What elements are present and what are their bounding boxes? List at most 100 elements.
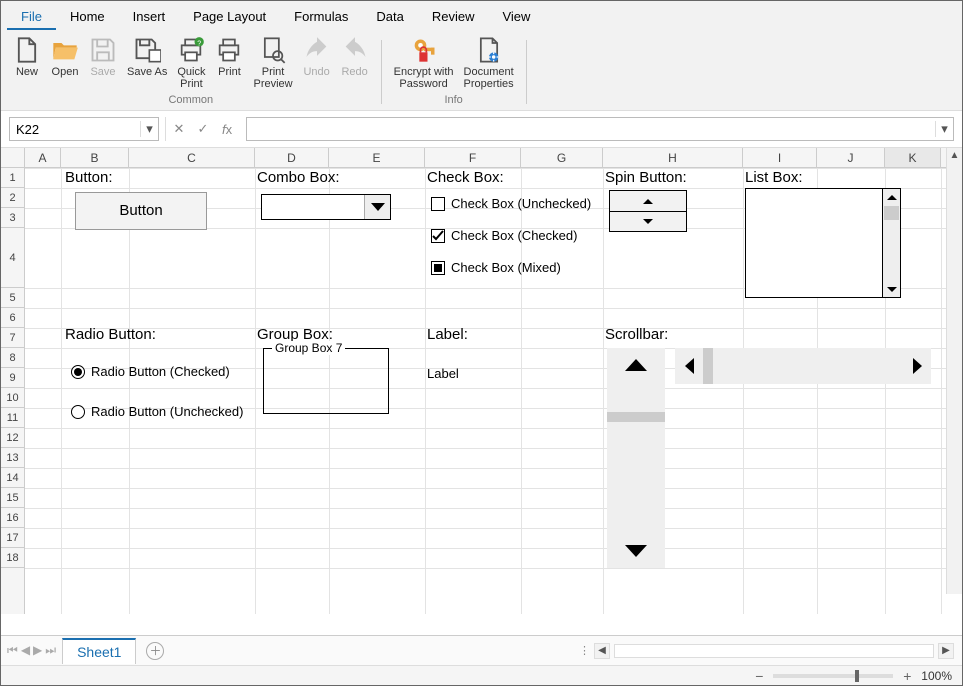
- menu-formulas[interactable]: Formulas: [280, 5, 362, 30]
- combobox-dropdown-icon[interactable]: [364, 195, 390, 219]
- undo-button[interactable]: Undo: [301, 34, 333, 92]
- listbox-scroll-down-icon[interactable]: [883, 281, 900, 297]
- name-box[interactable]: K22 ▾: [9, 117, 159, 141]
- row-12[interactable]: 12: [1, 428, 24, 448]
- grid-hscroll-track[interactable]: [614, 644, 934, 658]
- vscroll-down-icon[interactable]: [607, 534, 665, 568]
- col-C[interactable]: C: [129, 148, 255, 167]
- form-scrollbar-horizontal[interactable]: [675, 348, 931, 384]
- row-3[interactable]: 3: [1, 208, 24, 228]
- vscroll-track[interactable]: [607, 412, 665, 534]
- horizontal-grid-scrollbar[interactable]: ⋮ ◀ ▶: [579, 643, 954, 659]
- row-11[interactable]: 11: [1, 408, 24, 428]
- row-15[interactable]: 15: [1, 488, 24, 508]
- zoom-out-button[interactable]: −: [753, 668, 765, 684]
- row-7[interactable]: 7: [1, 328, 24, 348]
- hscroll-left-icon[interactable]: [675, 348, 703, 384]
- form-radio-checked[interactable]: Radio Button (Checked): [71, 364, 230, 379]
- sheet-nav-next-icon[interactable]: ▶: [33, 643, 42, 658]
- row-17[interactable]: 17: [1, 528, 24, 548]
- menu-data[interactable]: Data: [362, 5, 417, 30]
- spin-up-icon[interactable]: [610, 191, 686, 211]
- grid-scroll-up-icon[interactable]: ▲: [947, 148, 962, 164]
- doc-properties-button[interactable]: Document Properties: [462, 34, 516, 92]
- col-B[interactable]: B: [61, 148, 129, 167]
- zoom-in-button[interactable]: +: [901, 668, 913, 684]
- listbox-scroll-up-icon[interactable]: [883, 189, 900, 205]
- menu-home[interactable]: Home: [56, 5, 119, 30]
- vscroll-up-icon[interactable]: [607, 348, 665, 382]
- grid-scroll-left-icon[interactable]: ◀: [594, 643, 610, 659]
- col-A[interactable]: A: [25, 148, 61, 167]
- zoom-slider[interactable]: [773, 674, 893, 678]
- hscroll-track[interactable]: [703, 348, 903, 384]
- row-6[interactable]: 6: [1, 308, 24, 328]
- form-scrollbar-vertical[interactable]: [607, 348, 665, 550]
- formula-input[interactable]: ▾: [246, 117, 954, 141]
- listbox-scroll-thumb[interactable]: [884, 206, 899, 220]
- zoom-thumb[interactable]: [855, 670, 859, 682]
- print-button[interactable]: Print: [213, 34, 245, 92]
- row-18[interactable]: 18: [1, 548, 24, 568]
- row-4[interactable]: 4: [1, 228, 24, 288]
- formula-expand-icon[interactable]: ▾: [935, 121, 953, 137]
- hscroll-thumb[interactable]: [703, 348, 713, 384]
- cancel-formula-icon[interactable]: ✕: [170, 121, 188, 137]
- grid-vertical-scrollbar[interactable]: ▲: [946, 148, 962, 594]
- sheet-tab-1[interactable]: Sheet1: [62, 638, 136, 664]
- accept-formula-icon[interactable]: ✓: [194, 121, 212, 137]
- fx-icon[interactable]: fx: [218, 122, 236, 137]
- col-G[interactable]: G: [521, 148, 603, 167]
- form-button[interactable]: Button: [75, 192, 207, 230]
- spin-down-icon[interactable]: [610, 211, 686, 231]
- row-14[interactable]: 14: [1, 468, 24, 488]
- col-H[interactable]: H: [603, 148, 743, 167]
- col-J[interactable]: J: [817, 148, 885, 167]
- form-spin-button[interactable]: [609, 190, 687, 232]
- row-9[interactable]: 9: [1, 368, 24, 388]
- open-button[interactable]: Open: [49, 34, 81, 92]
- form-checkbox-unchecked[interactable]: Check Box (Unchecked): [431, 196, 591, 211]
- vscroll-thumb[interactable]: [607, 412, 665, 422]
- menu-file[interactable]: File: [7, 5, 56, 30]
- sheet-nav-first-icon[interactable]: ⏮: [7, 643, 18, 658]
- name-box-dropdown-icon[interactable]: ▾: [140, 121, 158, 137]
- print-preview-button[interactable]: Print Preview: [251, 34, 294, 92]
- select-all-corner[interactable]: [1, 148, 25, 167]
- row-10[interactable]: 10: [1, 388, 24, 408]
- new-button[interactable]: New: [11, 34, 43, 92]
- row-13[interactable]: 13: [1, 448, 24, 468]
- form-combobox[interactable]: [261, 194, 391, 220]
- form-listbox[interactable]: [745, 188, 901, 298]
- row-5[interactable]: 5: [1, 288, 24, 308]
- row-2[interactable]: 2: [1, 188, 24, 208]
- row-1[interactable]: 1: [1, 168, 24, 188]
- menu-review[interactable]: Review: [418, 5, 489, 30]
- col-I[interactable]: I: [743, 148, 817, 167]
- sheet-nav-last-icon[interactable]: ⏭: [45, 643, 56, 658]
- grid-scroll-right-icon[interactable]: ▶: [938, 643, 954, 659]
- form-groupbox[interactable]: Group Box 7: [263, 348, 389, 414]
- encrypt-button[interactable]: Encrypt with Password: [392, 34, 456, 92]
- add-sheet-button[interactable]: ＋: [146, 642, 164, 660]
- col-D[interactable]: D: [255, 148, 329, 167]
- save-button[interactable]: Save: [87, 34, 119, 92]
- form-checkbox-checked[interactable]: Check Box (Checked): [431, 228, 577, 243]
- hscroll-right-icon[interactable]: [903, 348, 931, 384]
- listbox-scrollbar[interactable]: [882, 189, 900, 297]
- row-8[interactable]: 8: [1, 348, 24, 368]
- menu-view[interactable]: View: [488, 5, 544, 30]
- col-F[interactable]: F: [425, 148, 521, 167]
- col-K[interactable]: K: [885, 148, 941, 167]
- save-as-button[interactable]: Save As: [125, 34, 169, 92]
- menu-insert[interactable]: Insert: [119, 5, 180, 30]
- redo-button[interactable]: Redo: [339, 34, 371, 92]
- cells-area[interactable]: Button: Combo Box: Check Box: Spin Butto…: [25, 168, 962, 614]
- row-16[interactable]: 16: [1, 508, 24, 528]
- form-radio-unchecked[interactable]: Radio Button (Unchecked): [71, 404, 243, 419]
- col-E[interactable]: E: [329, 148, 425, 167]
- menu-page-layout[interactable]: Page Layout: [179, 5, 280, 30]
- form-checkbox-mixed[interactable]: Check Box (Mixed): [431, 260, 561, 275]
- sheet-nav-prev-icon[interactable]: ◀: [21, 643, 30, 658]
- quick-print-button[interactable]: ? Quick Print: [175, 34, 207, 92]
